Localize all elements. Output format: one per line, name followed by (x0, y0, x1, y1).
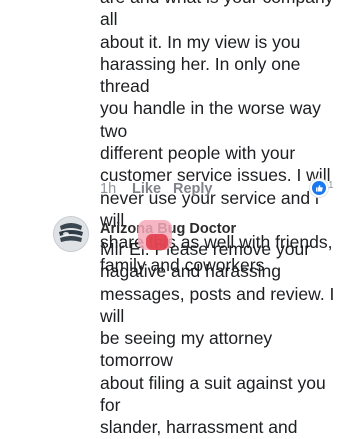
comment-2-author[interactable]: Arizona Bug Doctor (100, 220, 344, 238)
like-reaction-icon (310, 179, 328, 197)
comment-2-text: Mir Ei. Please remove your nagative and … (100, 239, 335, 438)
comment-1-like-button[interactable]: Like (132, 181, 161, 197)
redaction-mark-core (146, 234, 168, 250)
comment-1-reply-button[interactable]: Reply (173, 181, 213, 197)
comment-2: Arizona Bug Doctor Mir Ei. Please remove… (0, 214, 348, 437)
comment-1-reaction-count: 1 (328, 180, 334, 191)
comment-1: are and what is your company all about i… (0, 0, 348, 275)
bug-logo-icon (54, 217, 88, 251)
comment-1-timestamp: 1h (100, 181, 117, 197)
comment-1-actions: 1h Like Reply 1 (100, 179, 340, 200)
comment-2-bubble: Arizona Bug Doctor Mir Ei. Please remove… (100, 220, 344, 439)
bug-logo-avatar[interactable] (53, 216, 89, 252)
